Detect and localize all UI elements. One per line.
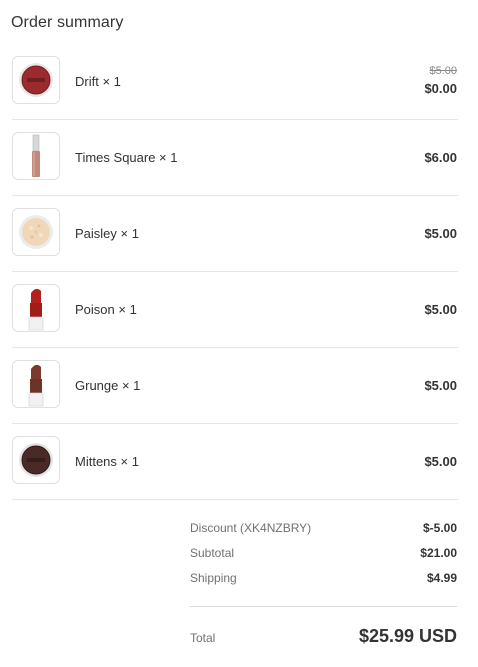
discount-label: Discount (XK4NZBRY) bbox=[190, 521, 312, 535]
totals-divider bbox=[190, 606, 457, 607]
item-price: $6.00 bbox=[424, 150, 457, 165]
subtotal-row: Subtotal $21.00 bbox=[190, 540, 457, 565]
order-item-mittens: Mittens × 1 $5.00 bbox=[12, 424, 458, 500]
order-item-poison: Poison × 1 $5.00 bbox=[12, 272, 458, 348]
order-items-list: Drift × 1 $5.00 $0.00 Times Square × 1 $… bbox=[12, 56, 458, 500]
order-item-grunge: Grunge × 1 $5.00 bbox=[12, 348, 458, 424]
product-thumbnail-times-square bbox=[12, 132, 60, 180]
lipstick-icon bbox=[28, 364, 44, 407]
discount-value: $-5.00 bbox=[422, 521, 457, 535]
product-thumbnail-grunge bbox=[12, 360, 60, 408]
item-price: $5.00 bbox=[424, 302, 457, 317]
lip-gloss-tube-icon bbox=[32, 134, 40, 177]
item-name: Mittens × 1 bbox=[75, 454, 139, 469]
item-price: $5.00 bbox=[424, 454, 457, 469]
blush-compact-icon bbox=[19, 443, 53, 477]
subtotal-value: $21.00 bbox=[420, 546, 457, 560]
product-thumbnail-poison bbox=[12, 284, 60, 332]
subtotal-label: Subtotal bbox=[190, 546, 235, 560]
item-original-price: $5.00 bbox=[429, 65, 457, 77]
item-name: Drift × 1 bbox=[75, 74, 121, 89]
shipping-value: $4.99 bbox=[426, 571, 457, 585]
total-value: $25.99 USD bbox=[358, 626, 457, 646]
blush-compact-icon bbox=[19, 63, 53, 97]
order-item-paisley: Paisley × 1 $5.00 bbox=[12, 196, 458, 272]
item-price: $5.00 bbox=[424, 378, 457, 393]
lipstick-icon bbox=[28, 288, 44, 331]
total-label: Total bbox=[190, 631, 216, 645]
item-name: Grunge × 1 bbox=[75, 378, 141, 393]
order-item-drift: Drift × 1 $5.00 $0.00 bbox=[12, 56, 458, 120]
product-thumbnail-paisley bbox=[12, 208, 60, 256]
item-name: Poison × 1 bbox=[75, 302, 137, 317]
item-price: $5.00 bbox=[424, 226, 457, 241]
shipping-row: Shipping $4.99 bbox=[190, 565, 457, 590]
order-summary-title: Order summary bbox=[11, 14, 124, 31]
shimmer-compact-icon bbox=[19, 215, 53, 249]
product-thumbnail-drift bbox=[12, 56, 60, 104]
item-name: Paisley × 1 bbox=[75, 226, 139, 241]
discount-row: Discount (XK4NZBRY) $-5.00 bbox=[190, 515, 457, 540]
order-totals: Discount (XK4NZBRY) $-5.00 Subtotal $21.… bbox=[190, 515, 457, 590]
item-price: $0.00 bbox=[424, 81, 457, 96]
shipping-label: Shipping bbox=[190, 571, 237, 585]
order-item-times-square: Times Square × 1 $6.00 bbox=[12, 120, 458, 196]
item-name: Times Square × 1 bbox=[75, 150, 178, 165]
product-thumbnail-mittens bbox=[12, 436, 60, 484]
